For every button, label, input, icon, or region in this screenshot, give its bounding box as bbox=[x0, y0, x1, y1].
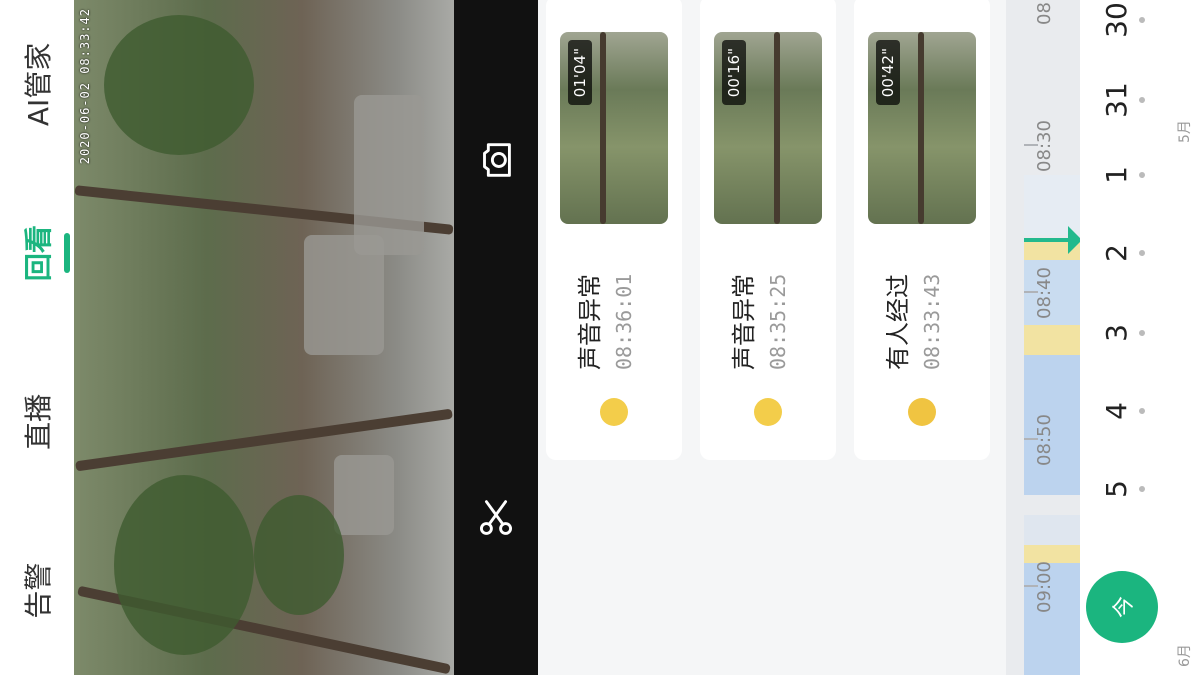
date-today-button[interactable]: 今 bbox=[1086, 571, 1158, 643]
date-dot bbox=[1139, 17, 1145, 23]
date-item[interactable]: 2 bbox=[1100, 221, 1145, 285]
event-thumbnail: 01'04" bbox=[560, 32, 668, 224]
date-item[interactable]: 4 bbox=[1100, 379, 1145, 443]
video-scene bbox=[334, 455, 394, 535]
date-day: 30 bbox=[1100, 2, 1133, 38]
timeline-tick-label: 09:00 bbox=[1034, 561, 1055, 613]
date-dot bbox=[1139, 250, 1145, 256]
scissors-icon bbox=[479, 500, 513, 535]
video-timestamp: 2020-06-02 08:33:42 bbox=[78, 8, 92, 165]
video-scene bbox=[354, 95, 424, 255]
video-scene bbox=[114, 475, 254, 655]
date-dot bbox=[1139, 97, 1145, 103]
video-scene bbox=[104, 15, 254, 155]
timeline-sound-segment bbox=[1024, 325, 1080, 355]
date-dot bbox=[1139, 172, 1145, 178]
date-day: 4 bbox=[1100, 402, 1133, 420]
tab-alarm[interactable]: 告警 bbox=[0, 506, 74, 675]
event-thumbnail: 00'42" bbox=[868, 32, 976, 224]
event-thumbnail: 00'16" bbox=[714, 32, 822, 224]
date-day: 1 bbox=[1100, 166, 1133, 184]
tab-live[interactable]: 直播 bbox=[0, 338, 74, 507]
thumbnail-scene bbox=[774, 32, 780, 224]
clip-button[interactable] bbox=[470, 491, 522, 543]
event-type-dot bbox=[600, 398, 628, 426]
date-item[interactable]: 30 bbox=[1100, 0, 1145, 52]
event-time: 08:33:43 bbox=[920, 273, 944, 370]
timeline-tick-label: 08:30 bbox=[1034, 120, 1055, 172]
event-title: 声音异常 bbox=[730, 274, 758, 370]
event-title: 有人经过 bbox=[884, 274, 912, 370]
event-duration: 01'04" bbox=[568, 40, 592, 106]
month-label: 5月 bbox=[1177, 120, 1193, 143]
timeline-tick-label: 08:20 bbox=[1034, 0, 1055, 25]
date-day: 31 bbox=[1100, 82, 1133, 118]
month-label: 6月 bbox=[1177, 644, 1193, 667]
snapshot-button[interactable] bbox=[470, 134, 522, 186]
date-item[interactable]: 31 bbox=[1100, 68, 1145, 132]
camera-icon bbox=[483, 143, 511, 177]
video-scene bbox=[75, 408, 453, 472]
date-dot bbox=[1139, 486, 1145, 492]
top-nav: 告警 直播 回看 AI管家 bbox=[0, 0, 74, 675]
tab-playback[interactable]: 回看 bbox=[0, 169, 74, 338]
date-day: 2 bbox=[1100, 244, 1133, 262]
date-item[interactable]: 5 bbox=[1100, 457, 1145, 521]
event-card[interactable]: 有人经过 08:33:43 00'42" bbox=[854, 0, 990, 460]
date-day: 3 bbox=[1100, 324, 1133, 342]
playhead-handle[interactable] bbox=[1068, 226, 1080, 254]
event-card[interactable]: 声音异常 08:36:01 01'04" bbox=[546, 0, 682, 460]
event-time: 08:35:25 bbox=[766, 273, 790, 370]
event-time: 08:36:01 bbox=[612, 273, 636, 370]
event-list: 声音异常 08:36:01 01'04" 声音异常 08:35:25 00'16… bbox=[538, 0, 1006, 675]
thumbnail-scene bbox=[600, 32, 606, 224]
video-toolbar bbox=[454, 0, 538, 675]
date-dot bbox=[1139, 330, 1145, 336]
date-dot bbox=[1139, 408, 1145, 414]
event-duration: 00'16" bbox=[722, 40, 746, 106]
date-item[interactable]: 3 bbox=[1100, 301, 1145, 365]
timeline-motion-segment bbox=[1024, 515, 1080, 545]
event-type-dot bbox=[908, 398, 936, 426]
thumbnail-scene bbox=[918, 32, 924, 224]
rotated-content: 告警 直播 回看 AI管家 2020-06-02 08:33:42 声音异常 0… bbox=[0, 0, 1200, 675]
event-title: 声音异常 bbox=[576, 274, 604, 370]
tab-ai-butler[interactable]: AI管家 bbox=[0, 0, 74, 169]
event-type-dot bbox=[754, 398, 782, 426]
event-card[interactable]: 声音异常 08:35:25 00'16" bbox=[700, 0, 836, 460]
date-item[interactable]: 1 bbox=[1100, 143, 1145, 207]
video-scene bbox=[254, 495, 344, 615]
timeline-tick-label: 08:40 bbox=[1034, 267, 1055, 319]
timeline-tick-label: 08:50 bbox=[1034, 414, 1055, 466]
date-day: 5 bbox=[1100, 480, 1133, 498]
event-duration: 00'42" bbox=[876, 40, 900, 106]
timeline-bar[interactable]: 09:00 08:50 08:40 08:30 08:20 bbox=[1006, 0, 1080, 675]
video-player[interactable]: 2020-06-02 08:33:42 bbox=[74, 0, 454, 675]
date-selector: 6月 今 5 4 3 2 1 5月 31 30 bbox=[1080, 0, 1200, 675]
app-screen: 告警 直播 回看 AI管家 2020-06-02 08:33:42 声音异常 0… bbox=[0, 0, 1200, 675]
